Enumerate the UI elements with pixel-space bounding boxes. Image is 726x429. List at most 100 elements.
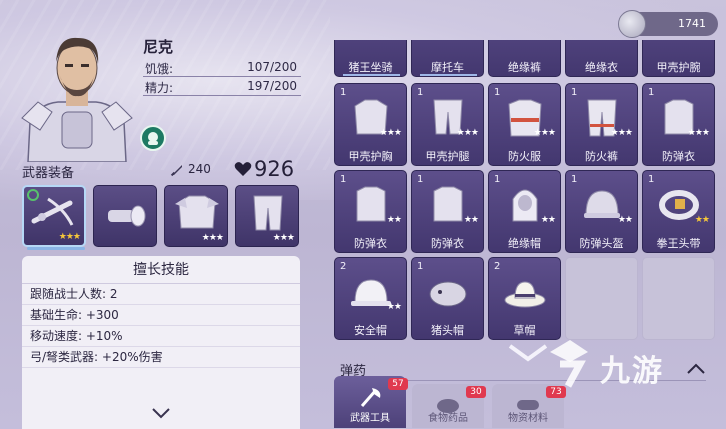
axe-icon — [360, 388, 381, 407]
item-name: 防弹衣 — [354, 237, 387, 250]
tab-badge: 57 — [388, 378, 408, 390]
skill-row: 基础生命: +300 — [22, 305, 300, 326]
equipment-title: 武器装备 — [22, 166, 75, 181]
item-count: 1 — [417, 174, 424, 185]
item-name: 猪头帽 — [431, 324, 464, 337]
item-underline — [420, 74, 477, 76]
tab-label: 物资材料 — [508, 413, 548, 424]
inventory-grid: ★★★猪王坐骑★★★摩托车★★★绝缘裤★★★绝缘衣★★★甲壳护腕1★★★甲壳护胸… — [334, 40, 726, 360]
category-tabs: 57 武器工具 30 食物药品 73 物资材料 — [334, 376, 726, 429]
health-value: 926 — [254, 157, 295, 181]
energy-value: 197/200 — [247, 79, 297, 93]
inventory-item[interactable]: 1 ★★ 绝缘帽 — [488, 170, 561, 253]
equip-slot-legs[interactable]: ★★★ — [235, 185, 299, 247]
tab-food-medicine[interactable]: 30 食物药品 — [412, 384, 486, 428]
equip-slot-body[interactable]: ★★★ — [164, 185, 228, 247]
item-underline — [343, 74, 400, 76]
inventory-item[interactable]: 1 ★★ 防弹衣 — [334, 170, 407, 253]
empty-slot — [565, 257, 638, 340]
inventory-item[interactable]: ★★★甲壳护腕 — [642, 40, 715, 77]
energy-row: 精力: 197/200 — [143, 79, 301, 96]
swap-icon — [27, 189, 39, 201]
tab-label: 食物药品 — [428, 413, 468, 424]
inventory-item[interactable]: 1 ★★★ 防弹衣 — [642, 83, 715, 166]
character-name: 尼克 — [143, 38, 174, 56]
inventory-item[interactable]: ★★★绝缘衣 — [565, 40, 638, 77]
item-count: 2 — [494, 261, 501, 272]
item-name: 防弹头盔 — [579, 237, 624, 250]
item-name: 甲壳护胸 — [348, 150, 393, 163]
leg-guard-icon — [253, 195, 283, 231]
item-name: 防火裤 — [585, 150, 618, 163]
slot-stars: ★★★ — [201, 233, 224, 243]
equip-slot-tool[interactable] — [93, 185, 157, 247]
item-name: 防火服 — [508, 150, 541, 163]
inventory-item[interactable]: ★★★猪王坐骑 — [334, 40, 407, 77]
item-stars: ★★ — [694, 215, 710, 225]
inventory-item[interactable]: 1 猪头帽 — [411, 257, 484, 340]
coin-stack-icon — [618, 10, 646, 38]
item-count: 1 — [571, 87, 578, 98]
item-name: 猪王坐骑 — [348, 61, 393, 74]
equipment-header: 武器装备 240 926 — [20, 157, 300, 182]
tab-badge: 30 — [466, 386, 486, 398]
inventory-item[interactable]: 2 草帽 — [488, 257, 561, 340]
skill-row: 跟随战士人数: 2 — [22, 284, 300, 305]
item-count: 1 — [648, 87, 655, 98]
skills-panel: 擅长技能 跟随战士人数: 2 基础生命: +300 移动速度: +10% 弓/弩… — [22, 256, 300, 429]
boar-hat-icon — [429, 281, 467, 307]
inventory-item[interactable]: 1 ★★ 防弹头盔 — [565, 170, 638, 253]
inventory-item[interactable]: 1 ★★ 防弹衣 — [411, 170, 484, 253]
item-stars: ★★ — [540, 215, 556, 225]
item-count: 1 — [648, 174, 655, 185]
attack-value: 240 — [188, 162, 211, 176]
slot-underline — [27, 247, 85, 250]
item-count: 1 — [340, 174, 347, 185]
hunger-label: 饥饿: — [145, 62, 174, 76]
tab-materials[interactable]: 73 物资材料 — [492, 384, 566, 428]
empty-slot — [642, 257, 715, 340]
shell-armor-icon — [175, 195, 219, 229]
item-name: 安全帽 — [354, 324, 387, 337]
item-count: 2 — [340, 261, 347, 272]
item-name: 甲壳护腿 — [425, 150, 470, 163]
item-count: 1 — [417, 87, 424, 98]
item-stars: ★★★ — [687, 128, 710, 138]
item-stars: ★★★ — [610, 128, 633, 138]
item-stars: ★★★ — [379, 128, 402, 138]
inventory-item[interactable]: 2 ★★ 安全帽 — [334, 257, 407, 340]
inventory-item[interactable]: 1 ★★★ 甲壳护胸 — [334, 83, 407, 166]
tab-weapons-tools[interactable]: 57 武器工具 — [334, 376, 408, 428]
item-name: 摩托车 — [431, 61, 464, 74]
inventory-item[interactable]: 1 ★★★ 防火裤 — [565, 83, 638, 166]
item-name: 拳王头带 — [656, 237, 701, 250]
tab-badge: 73 — [546, 386, 566, 398]
item-name: 防弹衣 — [662, 150, 695, 163]
inventory-item[interactable]: ★★★摩托车 — [411, 40, 484, 77]
sword-icon — [170, 165, 182, 177]
equip-slot-weapon[interactable]: ★★★ — [22, 185, 86, 250]
item-name: 防弹衣 — [431, 237, 464, 250]
inventory-item[interactable]: 1 ★★★ 防火服 — [488, 83, 561, 166]
skills-title: 擅长技能 — [22, 256, 300, 284]
item-count: 1 — [494, 174, 501, 185]
chevron-down-icon[interactable] — [151, 406, 171, 420]
flashlight-icon — [108, 205, 146, 227]
item-name: 甲壳护腕 — [656, 61, 701, 74]
item-count: 1 — [571, 174, 578, 185]
item-name: 绝缘衣 — [585, 61, 618, 74]
inventory-item[interactable]: 1 ★★ 拳王头带 — [642, 170, 715, 253]
hunger-value: 107/200 — [247, 60, 297, 74]
coin-value: 1741 — [678, 17, 706, 30]
skill-row: 弓/弩类武器: +20%伤害 — [22, 347, 300, 368]
inventory-item[interactable]: 1 ★★★ 甲壳护腿 — [411, 83, 484, 166]
energy-label: 精力: — [145, 81, 174, 95]
straw-hat-icon — [504, 281, 546, 308]
skill-badge-icon[interactable] — [140, 125, 166, 151]
tab-label: 武器工具 — [350, 413, 390, 424]
slot-stars: ★★★ — [272, 233, 295, 243]
inventory-item[interactable]: ★★★绝缘裤 — [488, 40, 561, 77]
item-stars: ★★★ — [533, 128, 556, 138]
heart-icon — [234, 162, 252, 176]
slot-stars: ★★★ — [58, 232, 81, 242]
